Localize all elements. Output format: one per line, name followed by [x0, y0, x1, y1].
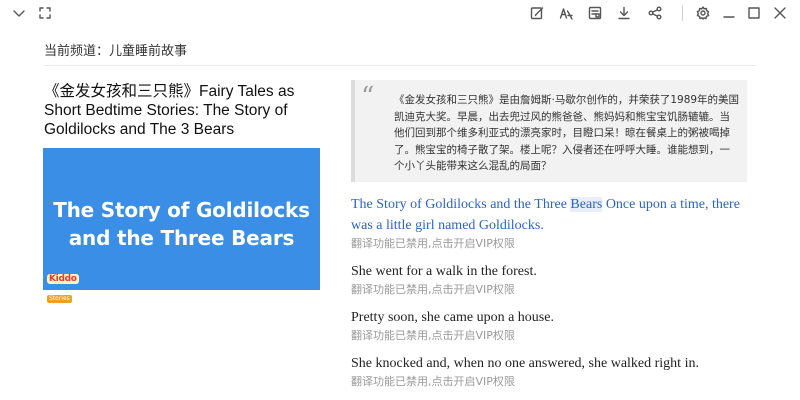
edit-icon[interactable] [528, 4, 546, 22]
sentence-en[interactable]: She knocked and, when no one answered, s… [351, 353, 751, 374]
chevron-down-icon[interactable] [10, 4, 28, 22]
translation-vip-link[interactable]: 翻译功能已禁用,点击开启VIP权限 [351, 328, 751, 343]
paragraph: She went for a walk in the forest. 翻译功能已… [351, 261, 751, 297]
sentence-en[interactable]: The Story of Goldilocks and the Three Be… [351, 194, 751, 236]
cover-line-1: The Story of Goldilocks [53, 198, 310, 222]
paragraph: The Story of Goldilocks and the Three Be… [351, 194, 751, 251]
article-title: 《金发女孩和三只熊》Fairy Tales as Short Bedtime S… [44, 83, 295, 138]
translation-vip-link[interactable]: 翻译功能已禁用,点击开启VIP权限 [351, 236, 751, 251]
kiddo-logo-bottom: Stories [47, 295, 72, 303]
kiddo-logo: Kiddo Stories [47, 266, 83, 303]
sentence-en[interactable]: Pretty soon, she came upon a house. [351, 307, 751, 328]
reading-content: The Story of Goldilocks and the Three Be… [351, 194, 751, 399]
sentence-en[interactable]: She went for a walk in the forest. [351, 261, 751, 282]
minimize-icon[interactable] [720, 4, 738, 22]
top-toolbar [0, 0, 800, 26]
fullscreen-icon[interactable] [36, 4, 54, 22]
reader-icon[interactable] [586, 4, 604, 22]
close-icon[interactable] [771, 4, 789, 22]
cover-text: The Story of Goldilocks and the Three Be… [43, 196, 320, 252]
download-icon[interactable] [615, 4, 633, 22]
paragraph: She knocked and, when no one answered, s… [351, 353, 751, 389]
kiddo-logo-top: Kiddo [47, 274, 79, 284]
quote-icon: “ [361, 82, 375, 112]
toolbar-divider [682, 5, 683, 21]
translation-vip-link[interactable]: 翻译功能已禁用,点击开启VIP权限 [351, 282, 751, 297]
cover-image: The Story of Goldilocks and the Three Be… [43, 148, 320, 303]
share-icon[interactable] [646, 4, 664, 22]
sentence-en-before: The Story of Goldilocks and the Three [351, 197, 571, 212]
cover-line-2: and the Three Bears [68, 226, 295, 250]
channel-label: 当前频道：儿童睡前故事 [44, 44, 188, 59]
summary-box: “ 《金发女孩和三只熊》是由詹姆斯·马歇尔创作的，并荣获了1989年的美国凯迪克… [351, 80, 747, 182]
translate-icon[interactable] [557, 4, 575, 22]
translation-vip-link[interactable]: 翻译功能已禁用,点击开启VIP权限 [351, 374, 751, 389]
channel-divider [44, 65, 756, 66]
maximize-icon[interactable] [745, 4, 763, 22]
summary-text: 《金发女孩和三只熊》是由詹姆斯·马歇尔创作的，并荣获了1989年的美国凯迪克大奖… [394, 94, 740, 172]
highlighted-word[interactable]: Bears [570, 197, 603, 212]
settings-icon[interactable] [694, 4, 712, 22]
paragraph: Pretty soon, she came upon a house. 翻译功能… [351, 307, 751, 343]
